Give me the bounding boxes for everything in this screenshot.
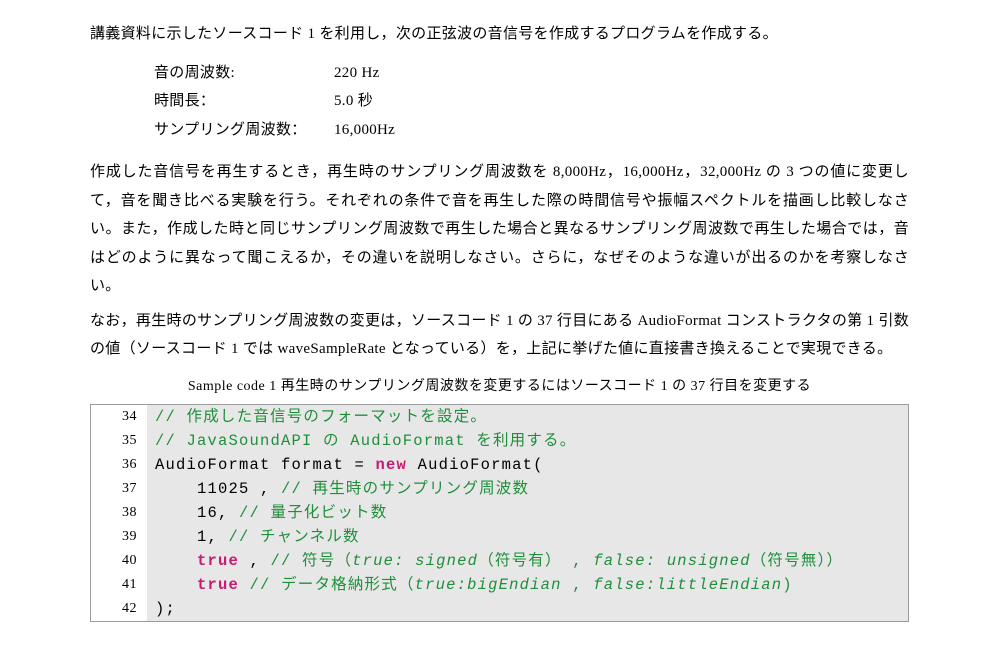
code-keyword-true: true: [197, 552, 239, 570]
code-value: 16,: [155, 504, 239, 522]
code-caption: Sample code 1 再生時のサンプリング周波数を変更するにはソースコード…: [90, 374, 909, 401]
intro-paragraph: 講義資料に示したソースコード 1 を利用し，次の正弦波の音信号を作成するプログラ…: [90, 20, 909, 49]
body-paragraph-1: 作成した音信号を再生するとき，再生時のサンプリング周波数を 8,000Hz，16…: [90, 158, 909, 301]
code-line-35: 35 // JavaSoundAPI の AudioFormat を利用する。: [91, 429, 908, 453]
code-text: );: [155, 600, 176, 618]
code-comment: // 作成した音信号のフォーマットを設定。: [155, 408, 487, 426]
code-line-42: 42 );: [91, 597, 908, 621]
param-sampling-value: 16,000Hz: [334, 116, 395, 145]
code-line-41: 41 true // データ格納形式（true:bigEndian , fals…: [91, 573, 908, 597]
line-number: 35: [91, 429, 147, 453]
parameter-list: 音の周波数: 220 Hz 時間長： 5.0 秒 サンプリング周波数： 16,0…: [154, 59, 909, 145]
code-line-40: 40 true , // 符号（true: signed（符号有） , fals…: [91, 549, 908, 573]
code-value: 11025 ,: [155, 480, 281, 498]
code-line-39: 39 1, // チャンネル数: [91, 525, 908, 549]
code-line-37: 37 11025 , // 再生時のサンプリング周波数: [91, 477, 908, 501]
code-text: ,: [239, 552, 271, 570]
line-number: 41: [91, 573, 147, 597]
line-number: 40: [91, 549, 147, 573]
document-page: 講義資料に示したソースコード 1 を利用し，次の正弦波の音信号を作成するプログラ…: [0, 0, 999, 662]
line-number: 39: [91, 525, 147, 549]
code-line-36: 36 AudioFormat format = new AudioFormat(: [91, 453, 908, 477]
code-keyword-true: true: [197, 576, 239, 594]
line-number: 36: [91, 453, 147, 477]
code-comment: // JavaSoundAPI の AudioFormat を利用する。: [155, 432, 576, 450]
code-line-34: 34 // 作成した音信号のフォーマットを設定。: [91, 405, 908, 429]
code-comment: // 量子化ビット数: [239, 504, 387, 522]
param-freq-value: 220 Hz: [334, 59, 380, 88]
code-comment: // 再生時のサンプリング周波数: [281, 480, 529, 498]
line-number: 34: [91, 405, 147, 429]
param-duration-label: 時間長：: [154, 87, 334, 116]
param-freq-label: 音の周波数:: [154, 59, 334, 88]
body-paragraph-2: なお，再生時のサンプリング周波数の変更は，ソースコード 1 の 37 行目にある…: [90, 307, 909, 364]
code-comment: // チャンネル数: [229, 528, 360, 546]
code-block: 34 // 作成した音信号のフォーマットを設定。 35 // JavaSound…: [90, 404, 909, 622]
code-indent: [155, 576, 197, 594]
line-number: 42: [91, 597, 147, 621]
code-text: AudioFormat(: [407, 456, 544, 474]
code-comment: // データ格納形式（true:bigEndian , false:little…: [250, 576, 793, 594]
param-duration-value: 5.0 秒: [334, 87, 373, 116]
param-sampling-label: サンプリング周波数：: [154, 116, 334, 145]
code-comment: // 符号（true: signed（符号有） , false: unsigne…: [271, 552, 844, 570]
line-number: 38: [91, 501, 147, 525]
code-text: [239, 576, 250, 594]
code-line-38: 38 16, // 量子化ビット数: [91, 501, 908, 525]
line-number: 37: [91, 477, 147, 501]
code-indent: [155, 552, 197, 570]
code-value: 1,: [155, 528, 229, 546]
code-text: AudioFormat format =: [155, 456, 376, 474]
code-keyword-new: new: [376, 456, 408, 474]
